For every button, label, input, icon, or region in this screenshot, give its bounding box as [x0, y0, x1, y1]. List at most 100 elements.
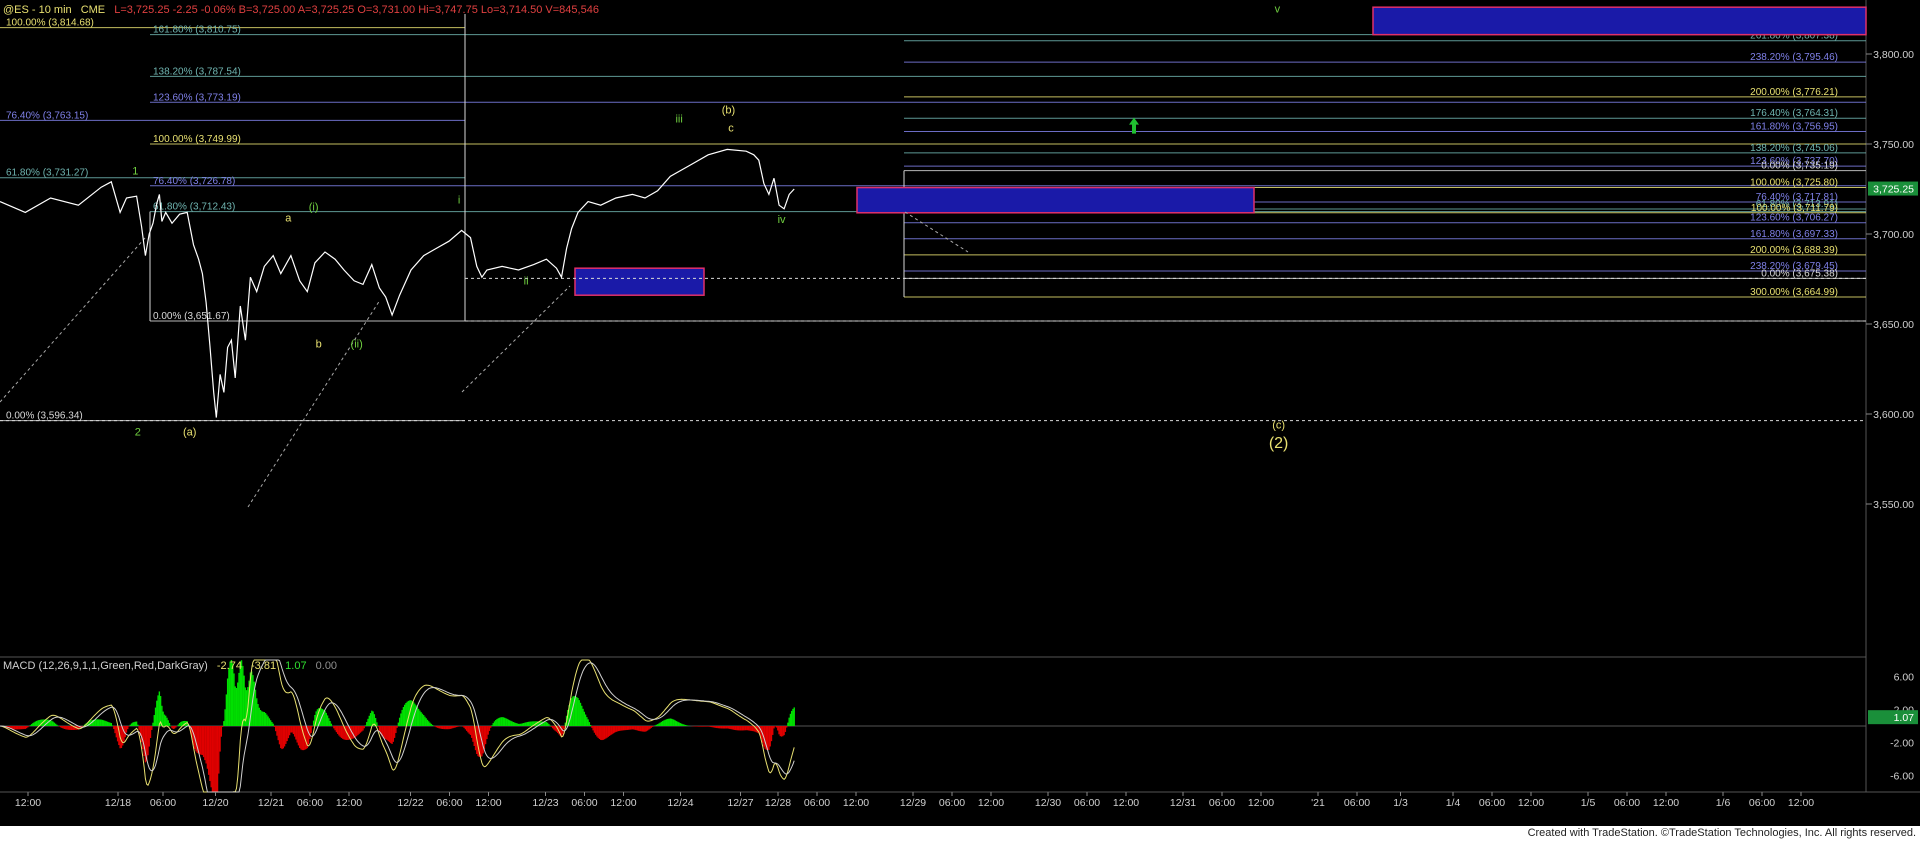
wave-label: a	[285, 212, 292, 224]
wave-label: iv	[778, 214, 786, 226]
price-tick-label: 3,550.00	[1873, 499, 1914, 511]
time-tick-label: 12/22	[397, 797, 423, 809]
wave-label: iii	[675, 113, 682, 125]
svg-text:@ES - 10 min CME L=3,7: @ES - 10 min CME L=3,725.25 -2.25 -0.06%…	[3, 4, 599, 16]
time-tick-label: 06:00	[436, 797, 462, 809]
time-tick-label: 12/21	[258, 797, 284, 809]
time-tick-label: 12/27	[727, 797, 753, 809]
wave-label: 1	[132, 166, 138, 178]
wave-label: (ii)	[351, 338, 363, 350]
price-tick-label: 3,750.00	[1873, 139, 1914, 151]
time-tick-label: 12:00	[1248, 797, 1274, 809]
price-tick-label: 3,800.00	[1873, 49, 1914, 61]
time-tick-label: 06:00	[804, 797, 830, 809]
fib-label: 0.00% (3,735.19)	[1761, 161, 1838, 172]
macd-tick-label: -6.00	[1890, 771, 1914, 783]
wave-label: c	[728, 122, 734, 134]
time-tick-label: 12:00	[610, 797, 636, 809]
macd-reading-zero: 0.00	[316, 660, 337, 672]
wave-label: i	[458, 194, 460, 206]
time-tick-label: 12:00	[978, 797, 1004, 809]
fib-label: 300.00% (3,664.99)	[1750, 287, 1838, 298]
time-tick-label: 12:00	[843, 797, 869, 809]
wave-label: ii	[524, 275, 529, 287]
time-tick-label: 06:00	[1614, 797, 1640, 809]
wave-label: 2	[135, 427, 141, 439]
time-tick-label: 1/3	[1393, 797, 1408, 809]
wave-label: (b)	[722, 104, 735, 116]
fib-label: 100.00% (3,725.80)	[1750, 178, 1838, 189]
chart-exchange: CME	[81, 4, 105, 16]
wave-label: (c)	[1272, 419, 1285, 431]
time-tick-label: 06:00	[150, 797, 176, 809]
macd-reading-macd: -2.74	[217, 660, 242, 672]
fib-label: 0.00% (3,675.38)	[1761, 268, 1838, 279]
wave-label: v	[1275, 4, 1281, 16]
footer-credit: Created with TradeStation. ©TradeStation…	[1527, 827, 1916, 839]
time-tick-label: 12:00	[1788, 797, 1814, 809]
price-tick-label: 3,650.00	[1873, 319, 1914, 331]
time-tick-label: 06:00	[1209, 797, 1235, 809]
fib-label: 100.00% (3,749.99)	[153, 134, 241, 145]
time-tick-label: 06:00	[571, 797, 597, 809]
fib-label: 123.60% (3,773.19)	[153, 92, 241, 103]
fib-label: 200.00% (3,776.21)	[1750, 87, 1838, 98]
time-tick-label: 06:00	[297, 797, 323, 809]
fib-label: 0.00% (3,596.34)	[6, 411, 83, 422]
fib-label: 138.20% (3,787.54)	[153, 66, 241, 77]
time-tick-label: 12/31	[1170, 797, 1196, 809]
time-tick-label: 12/29	[900, 797, 926, 809]
macd-reading-diff: 1.07	[285, 660, 306, 672]
time-tick-label: 12/20	[202, 797, 228, 809]
time-tick-label: 12:00	[15, 797, 41, 809]
fib-label: 238.20% (3,795.46)	[1750, 52, 1838, 63]
fib-label: 161.80% (3,756.95)	[1750, 121, 1838, 132]
macd-reading-avg: -3.81	[251, 660, 276, 672]
time-tick-label: 12/24	[667, 797, 693, 809]
fib-label: 161.80% (3,810.75)	[153, 25, 241, 36]
macd-tick-label: -2.00	[1890, 738, 1914, 750]
chart-quote: L=3,725.25 -2.25 -0.06% B=3,725.00 A=3,7…	[114, 4, 599, 16]
time-tick-label: 12:00	[1113, 797, 1139, 809]
fib-label: 138.20% (3,745.06)	[1750, 143, 1838, 154]
time-tick-label: 06:00	[939, 797, 965, 809]
time-tick-label: 12/23	[532, 797, 558, 809]
time-tick-label: 12:00	[475, 797, 501, 809]
time-tick-label: '21	[1311, 797, 1325, 809]
wave-label: (2)	[1269, 435, 1289, 452]
fib-label: 61.80% (3,731.27)	[6, 168, 88, 179]
last-price-label: 3,725.25	[1873, 184, 1914, 196]
macd-tick-label: 6.00	[1894, 672, 1915, 684]
time-tick-label: 06:00	[1344, 797, 1370, 809]
time-tick-label: 1/4	[1446, 797, 1461, 809]
time-tick-label: 1/5	[1581, 797, 1596, 809]
fib-label: 200.00% (3,688.39)	[1750, 245, 1838, 256]
time-tick-label: 06:00	[1074, 797, 1100, 809]
time-tick-label: 12/28	[765, 797, 791, 809]
wave-label: (i)	[309, 202, 319, 214]
price-tick-label: 3,700.00	[1873, 229, 1914, 241]
fib-label: 100.00% (3,814.68)	[6, 18, 94, 29]
macd-title: MACD (12,26,9,1,1,Green,Red,DarkGray)	[3, 660, 208, 672]
footer-bar: Created with TradeStation. ©TradeStation…	[0, 826, 1920, 842]
macd-last-label: 1.07	[1894, 712, 1915, 724]
target-box-v	[1372, 6, 1867, 36]
fib-label: 76.40% (3,763.15)	[6, 110, 88, 121]
fib-label: 61.80% (3,712.43)	[153, 202, 235, 213]
time-tick-label: 12/18	[105, 797, 131, 809]
fib-label: 176.40% (3,764.31)	[1750, 108, 1838, 119]
fib-label: 123.60% (3,706.27)	[1750, 213, 1838, 224]
chart-symbol: @ES - 10 min	[3, 4, 72, 16]
fib-label: 0.00% (3,651.67)	[153, 311, 230, 322]
wave-label: (a)	[183, 427, 196, 439]
wave-label: b	[316, 338, 322, 350]
time-tick-label: 12:00	[336, 797, 362, 809]
fib-label: 161.80% (3,697.33)	[1750, 229, 1838, 240]
target-box-iv	[856, 186, 1255, 214]
time-tick-label: 12/30	[1035, 797, 1061, 809]
time-tick-label: 06:00	[1479, 797, 1505, 809]
target-box-ii	[574, 267, 705, 296]
time-tick-label: 12:00	[1653, 797, 1679, 809]
time-tick-label: 1/6	[1716, 797, 1731, 809]
time-tick-label: 12:00	[1518, 797, 1544, 809]
